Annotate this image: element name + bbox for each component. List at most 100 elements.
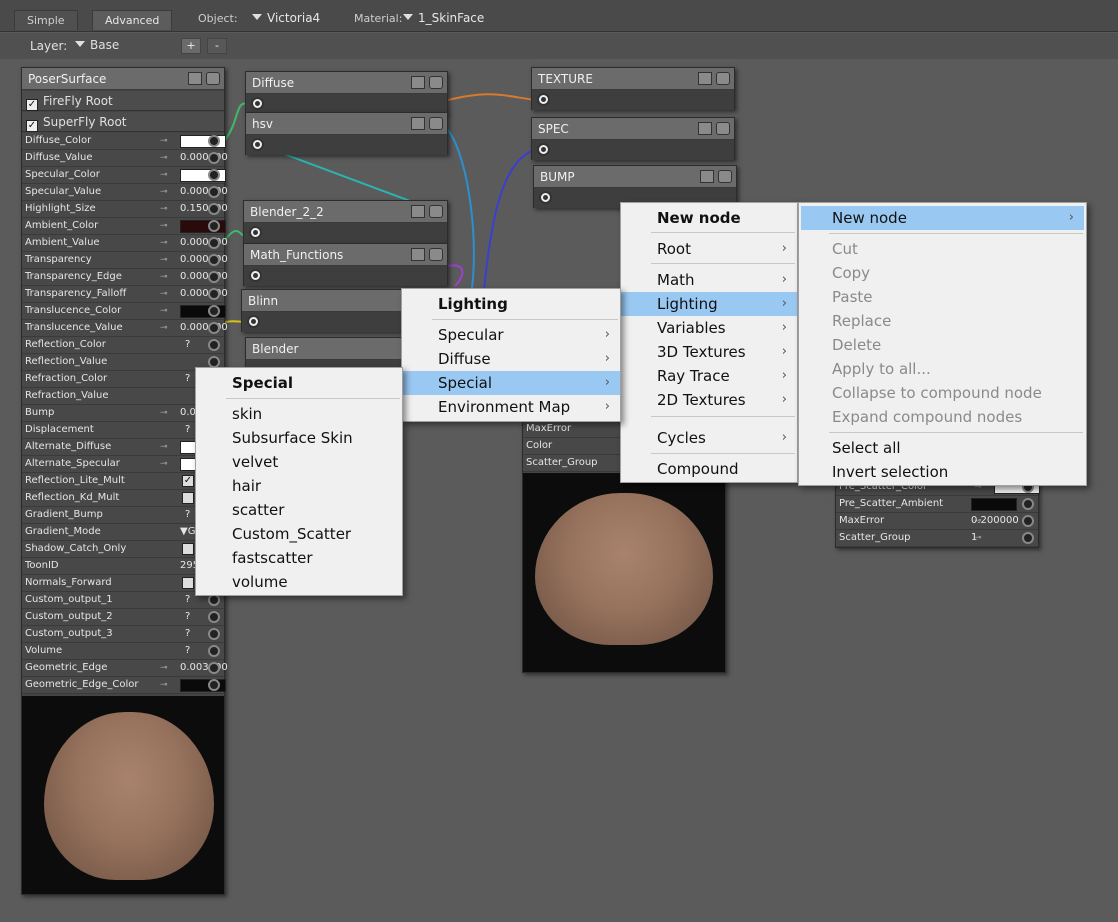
param-checkbox[interactable] — [182, 543, 194, 555]
diffuse-node[interactable]: Diffuse — [245, 71, 448, 114]
menu-item-special[interactable]: Special › — [402, 371, 620, 395]
menu-icon[interactable] — [411, 117, 425, 130]
menu-icon[interactable] — [700, 170, 714, 183]
menu-item-subsurface-skin[interactable]: Subsurface Skin — [196, 426, 402, 450]
param-row[interactable]: Alternate_Diffuse ⊸ — [22, 439, 226, 456]
output-port-icon[interactable] — [251, 97, 264, 110]
param-row[interactable]: Scatter_Group ⊸ 1 — [836, 530, 1038, 547]
param-row[interactable]: Color — [523, 438, 621, 455]
preview-icon[interactable] — [429, 248, 443, 261]
preview-icon[interactable] — [716, 72, 730, 85]
input-port-icon[interactable] — [1022, 498, 1034, 510]
check-icon[interactable]: ✓ — [26, 120, 38, 132]
context-item-replace[interactable]: Replace — [799, 309, 1086, 333]
input-port-icon[interactable] — [208, 679, 220, 691]
input-port-icon[interactable] — [208, 662, 220, 674]
menu-item-skin[interactable]: skin — [196, 402, 402, 426]
param-value[interactable]: ? — [185, 422, 190, 438]
input-port-icon[interactable] — [208, 271, 220, 283]
preview-icon[interactable] — [206, 72, 220, 85]
param-row[interactable]: Gradient_Mode▼Grad — [22, 524, 224, 541]
param-value[interactable]: 0.000000 — [180, 235, 228, 251]
menu-item-ray-trace[interactable]: Ray Trace › — [621, 364, 797, 388]
menu-item-environment-map[interactable]: Environment Map › — [402, 395, 620, 419]
param-row[interactable]: Scatter_Group — [523, 455, 621, 472]
param-row[interactable]: Gradient_Bump? — [22, 507, 224, 524]
firefly-root-toggle[interactable]: ✓ FireFly Root — [22, 91, 224, 111]
param-row[interactable]: Diffuse_Value ⊸ 0.000000 — [22, 150, 228, 167]
input-port-icon[interactable] — [208, 645, 220, 657]
menu-item-compound[interactable]: Compound — [621, 457, 797, 481]
input-port-icon[interactable] — [1022, 532, 1034, 544]
input-port-icon[interactable] — [208, 169, 220, 181]
menu-item-2d-textures[interactable]: 2D Textures › — [621, 388, 797, 412]
output-port-icon[interactable] — [539, 191, 552, 204]
menu-item-lighting[interactable]: Lighting › — [621, 292, 797, 316]
param-checkbox[interactable] — [182, 492, 194, 504]
input-port-icon[interactable] — [208, 220, 220, 232]
menu-item-velvet[interactable]: velvet — [196, 450, 402, 474]
menu-item-fastscatter[interactable]: fastscatter — [196, 546, 402, 570]
menu-item-cycles[interactable]: Cycles › — [621, 426, 797, 450]
output-port-icon[interactable] — [249, 226, 262, 239]
param-row[interactable]: Custom_output_1? — [22, 592, 224, 609]
param-row[interactable]: Reflection_Value — [22, 354, 224, 371]
param-value[interactable]: ? — [185, 643, 190, 659]
param-value[interactable]: 0.150000 — [180, 201, 228, 217]
param-row[interactable]: Volume? — [22, 643, 224, 660]
blender-2-2-node[interactable]: Blender_2_2 — [243, 200, 448, 243]
output-port-icon[interactable] — [537, 143, 550, 156]
check-icon[interactable]: ✓ — [26, 99, 38, 111]
param-value[interactable]: 0.000000 — [180, 184, 228, 200]
param-row[interactable]: Custom_output_3? — [22, 626, 224, 643]
param-row[interactable]: Bump⊸0.00400 — [22, 405, 224, 422]
menu-item-variables[interactable]: Variables › — [621, 316, 797, 340]
menu-icon[interactable] — [698, 122, 712, 135]
param-row[interactable]: Reflection_Color? — [22, 337, 224, 354]
param-row[interactable]: Alternate_Specular ⊸ — [22, 456, 226, 473]
menu-item-specular[interactable]: Specular › — [402, 323, 620, 347]
param-row[interactable]: Refraction_Color? — [22, 371, 224, 388]
preview-icon[interactable] — [716, 122, 730, 135]
param-row[interactable]: Translucence_Color ⊸ — [22, 303, 226, 320]
input-port-icon[interactable] — [208, 135, 220, 147]
menu-icon[interactable] — [411, 205, 425, 218]
input-port-icon[interactable] — [208, 237, 220, 249]
param-value[interactable]: 0.000000 — [180, 150, 228, 166]
param-row[interactable]: Normals_Forward — [22, 575, 224, 592]
menu-item-scatter[interactable]: scatter — [196, 498, 402, 522]
param-row[interactable]: ToonID 295 — [22, 558, 224, 575]
menu-item-volume[interactable]: volume — [196, 570, 402, 594]
blinn-node[interactable]: Blinn — [241, 289, 406, 332]
param-value[interactable]: 0.000000 — [180, 320, 228, 336]
param-row[interactable]: Transparency_Edge ⊸ 0.000000 — [22, 269, 228, 286]
input-port-icon[interactable] — [208, 203, 220, 215]
preview-icon[interactable] — [429, 117, 443, 130]
input-port-icon[interactable] — [208, 152, 220, 164]
context-item-invert-selection[interactable]: Invert selection — [799, 460, 1086, 484]
param-value[interactable]: ? — [185, 337, 190, 353]
spec-node[interactable]: SPEC — [531, 117, 735, 160]
input-port-icon[interactable] — [208, 628, 220, 640]
input-port-icon[interactable] — [208, 254, 220, 266]
output-port-icon[interactable] — [537, 93, 550, 106]
context-item-new-node[interactable]: New node › — [801, 206, 1084, 230]
context-item-select-all[interactable]: Select all — [799, 436, 1086, 460]
input-port-icon[interactable] — [208, 288, 220, 300]
param-row[interactable]: MaxError ⊸ 0.200000 — [836, 513, 1038, 530]
output-port-icon[interactable] — [251, 138, 264, 151]
param-row[interactable]: Refraction_Value — [22, 388, 224, 405]
color-swatch[interactable] — [971, 498, 1017, 511]
param-value[interactable]: 0.003000 — [180, 660, 228, 676]
param-row[interactable]: Geometric_Edge_Color ⊸ — [22, 677, 226, 694]
param-value[interactable]: ? — [185, 507, 190, 523]
menu-item-root[interactable]: Root › — [621, 237, 797, 261]
menu-icon[interactable] — [411, 76, 425, 89]
preview-icon[interactable] — [429, 205, 443, 218]
menu-item-math[interactable]: Math › — [621, 268, 797, 292]
menu-item-diffuse[interactable]: Diffuse › — [402, 347, 620, 371]
input-port-icon[interactable] — [208, 305, 220, 317]
param-row[interactable]: Specular_Color ⊸ — [22, 167, 226, 184]
menu-item-3d-textures[interactable]: 3D Textures › — [621, 340, 797, 364]
param-value[interactable]: ? — [185, 371, 190, 387]
